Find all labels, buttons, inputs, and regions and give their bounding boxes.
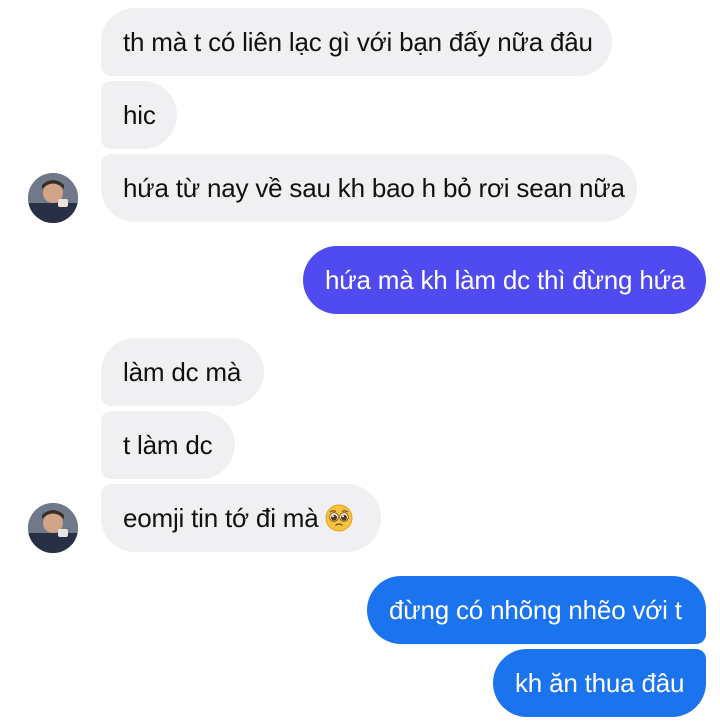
message-bubble-incoming[interactable]: làm dc mà	[101, 338, 264, 406]
message-text: hứa từ nay về sau kh bao h bỏ rơi sean n…	[123, 172, 625, 203]
message-bubble-incoming[interactable]: eomji tin tớ đi mà	[101, 484, 381, 552]
message-bubble-outgoing[interactable]: đừng có nhõng nhẽo với t	[367, 576, 706, 644]
message-bubble-incoming[interactable]: hứa từ nay về sau kh bao h bỏ rơi sean n…	[101, 154, 637, 222]
avatar-photo-icon	[28, 173, 78, 223]
message-bubble-incoming[interactable]: t làm dc	[101, 411, 235, 479]
message-text: làm dc mà	[123, 356, 242, 387]
message-bubble-outgoing[interactable]: hứa mà kh làm dc thì đừng hứa	[303, 246, 706, 314]
contact-avatar[interactable]	[28, 503, 78, 553]
message-text: th mà t có liên lạc gì với bạn đấy nữa đ…	[123, 26, 593, 57]
contact-avatar[interactable]	[28, 173, 78, 223]
message-bubble-incoming[interactable]: th mà t có liên lạc gì với bạn đấy nữa đ…	[101, 8, 612, 76]
message-bubble-incoming[interactable]: hic	[101, 81, 177, 149]
message-bubble-outgoing[interactable]: kh ăn thua đâu	[493, 649, 706, 717]
message-text: hic	[123, 99, 156, 130]
pleading-face-emoji-icon	[325, 504, 353, 532]
message-text: eomji tin tớ đi mà	[123, 502, 319, 533]
message-text: kh ăn thua đâu	[515, 667, 685, 698]
message-text: t làm dc	[123, 429, 213, 460]
message-text: hứa mà kh làm dc thì đừng hứa	[325, 264, 686, 295]
avatar-photo-icon	[28, 503, 78, 553]
message-text: đừng có nhõng nhẽo với t	[389, 594, 682, 625]
